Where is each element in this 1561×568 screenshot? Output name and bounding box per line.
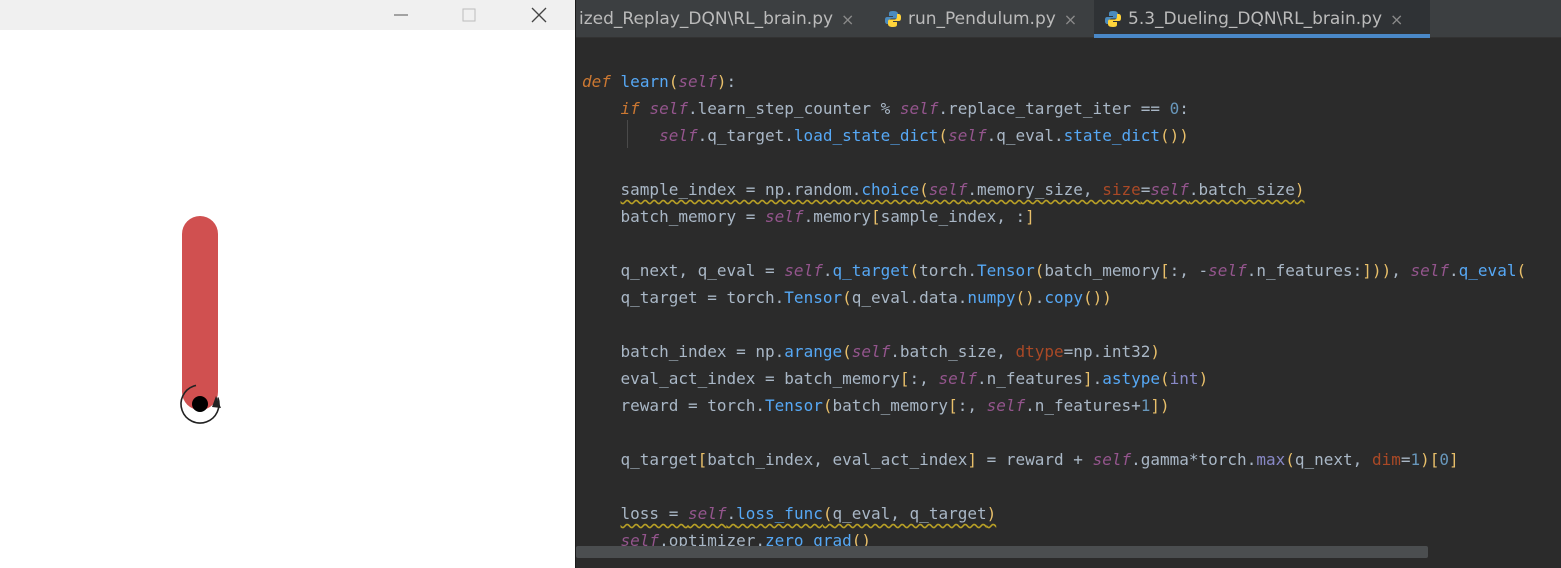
pendulum-render-window bbox=[0, 0, 575, 568]
code-line[interactable]: eval_act_index = batch_memory[:, self.n_… bbox=[582, 365, 1209, 392]
code-line[interactable]: loss = self.loss_func(q_eval, q_target) bbox=[582, 500, 997, 527]
tab-run-pendulum[interactable]: run_Pendulum.py × bbox=[884, 0, 1077, 38]
tab-label: run_Pendulum.py bbox=[908, 9, 1056, 29]
tab-close-icon[interactable]: × bbox=[1064, 10, 1077, 29]
minimize-button[interactable] bbox=[378, 0, 424, 30]
editor-tab-bar: ized_Replay_DQN\RL_brain.py × run_Pendul… bbox=[576, 0, 1561, 38]
maximize-button[interactable] bbox=[446, 0, 492, 30]
pendulum-canvas bbox=[180, 216, 221, 424]
indent-guide bbox=[627, 120, 628, 148]
code-area[interactable]: def learn(self): if self.learn_step_coun… bbox=[576, 68, 1561, 548]
code-line[interactable]: q_target = torch.Tensor(q_eval.data.nump… bbox=[582, 284, 1112, 311]
python-file-icon bbox=[885, 11, 901, 27]
tab-close-icon[interactable]: × bbox=[1390, 10, 1403, 29]
tab-dueling-dqn-rl-brain-active[interactable]: 5.3_Dueling_DQN\RL_brain.py × bbox=[1094, 0, 1430, 38]
window-titlebar bbox=[0, 0, 575, 30]
horizontal-scrollbar[interactable] bbox=[576, 546, 1428, 558]
code-editor: ized_Replay_DQN\RL_brain.py × run_Pendul… bbox=[575, 0, 1561, 568]
pendulum-rod bbox=[182, 216, 218, 410]
code-line[interactable]: def learn(self): bbox=[582, 68, 736, 95]
code-line[interactable]: reward = torch.Tensor(batch_memory[:, se… bbox=[582, 392, 1170, 419]
maximize-icon bbox=[462, 8, 476, 22]
code-line[interactable]: if self.learn_step_counter % self.replac… bbox=[582, 95, 1189, 122]
tab-close-icon[interactable]: × bbox=[841, 10, 854, 29]
close-icon bbox=[531, 7, 547, 23]
pendulum-pivot bbox=[192, 396, 208, 412]
code-line[interactable]: q_target[batch_index, eval_act_index] = … bbox=[582, 446, 1459, 473]
code-line[interactable]: batch_memory = self.memory[sample_index,… bbox=[582, 203, 1035, 230]
code-line[interactable]: q_next, q_eval = self.q_target(torch.Ten… bbox=[582, 257, 1527, 284]
code-line[interactable]: sample_index = np.random.choice(self.mem… bbox=[582, 176, 1305, 203]
python-file-icon bbox=[1105, 11, 1121, 27]
close-window-button[interactable] bbox=[516, 0, 562, 30]
tab-prioritized-replay-rl-brain[interactable]: ized_Replay_DQN\RL_brain.py × bbox=[579, 0, 854, 38]
code-line[interactable]: self.optimizer.zero_grad() bbox=[582, 527, 871, 548]
tab-label: ized_Replay_DQN\RL_brain.py bbox=[579, 9, 834, 29]
minimize-icon bbox=[394, 14, 408, 16]
code-line[interactable]: self.q_target.load_state_dict(self.q_eva… bbox=[582, 122, 1189, 149]
tab-label: 5.3_Dueling_DQN\RL_brain.py bbox=[1128, 9, 1383, 29]
code-line[interactable]: batch_index = np.arange(self.batch_size,… bbox=[582, 338, 1160, 365]
